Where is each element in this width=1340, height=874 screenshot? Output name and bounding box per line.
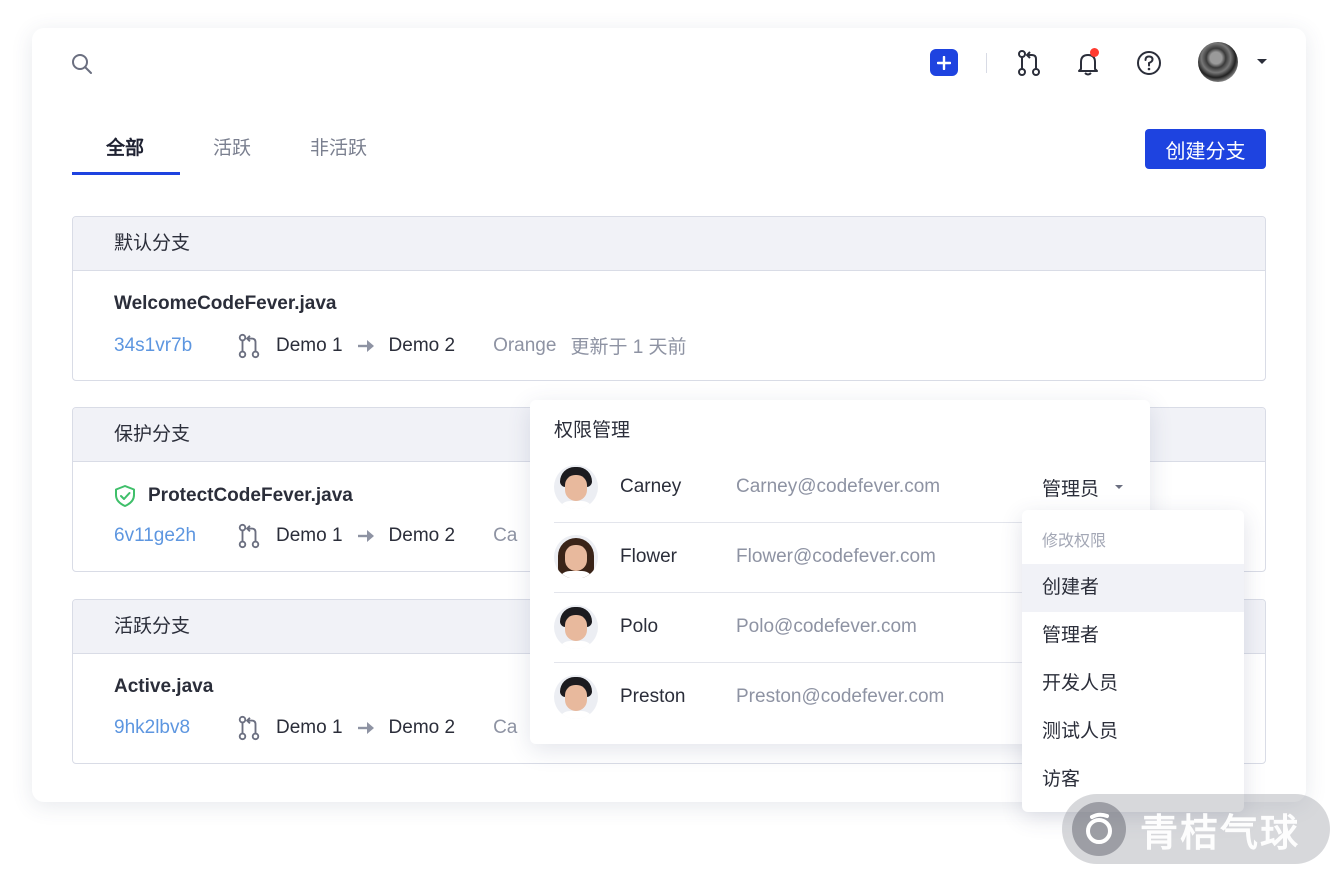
target-branch: Demo 2 <box>388 525 456 546</box>
member-avatar <box>554 535 598 579</box>
user-avatar[interactable] <box>1198 42 1238 82</box>
arrow-right-icon <box>357 339 374 352</box>
arrow-right-icon <box>357 722 374 734</box>
file-name[interactable]: Active.java <box>114 676 213 698</box>
watermark-text: 青桔气球 <box>1140 812 1301 855</box>
tab-all[interactable]: 全部 <box>106 133 144 160</box>
role-option-tester[interactable]: 测试人员 <box>1022 708 1244 756</box>
member-email: Flower@codefever.com <box>736 546 936 567</box>
watermark: 青桔气球 <box>1062 794 1330 864</box>
member-name: Polo <box>620 616 659 637</box>
caret-down-icon <box>1115 485 1124 489</box>
tab-active[interactable]: 活跃 <box>213 133 251 160</box>
member-avatar <box>554 465 598 509</box>
source-branch: Demo 1 <box>276 334 343 356</box>
member-avatar <box>554 605 598 649</box>
member-email: Polo@codefever.com <box>736 616 917 637</box>
target-branch: Demo 2 <box>388 334 456 356</box>
commit-hash[interactable]: 9hk2lbv8 <box>114 717 236 739</box>
create-branch-button[interactable]: 创建分支 <box>1145 129 1266 169</box>
role-option-creator[interactable]: 创建者 <box>1022 564 1244 612</box>
updated-time: 更新于 1 天前 <box>570 337 687 358</box>
commit-hash[interactable]: 6v11ge2h <box>114 525 236 547</box>
popup-title: 权限管理 <box>554 420 631 441</box>
role-option-manager[interactable]: 管理者 <box>1022 612 1244 660</box>
search-icon[interactable] <box>70 52 94 76</box>
section-title: 默认分支 <box>73 217 1265 271</box>
member-name: Flower <box>620 546 678 567</box>
member-avatar <box>554 675 598 719</box>
member-name: Preston <box>620 686 686 707</box>
role-value: 管理员 <box>1042 478 1100 500</box>
target-branch: Demo 2 <box>388 717 456 738</box>
tab-underline <box>72 172 180 175</box>
plus-icon <box>937 55 951 70</box>
shield-check-icon <box>115 485 135 507</box>
branch-meta: 6v11ge2h Demo 1 Demo 2 Ca <box>114 523 517 549</box>
merge-icon <box>238 333 260 358</box>
source-branch: Demo 1 <box>276 717 343 738</box>
member-name: Carney <box>620 476 682 497</box>
tab-inactive[interactable]: 非活跃 <box>310 133 367 160</box>
role-option-developer[interactable]: 开发人员 <box>1022 660 1244 708</box>
member-email: Preston@codefever.com <box>736 686 945 707</box>
file-name[interactable]: ProtectCodeFever.java <box>114 484 353 508</box>
help-icon[interactable] <box>1135 49 1163 77</box>
author: Ca <box>493 525 518 546</box>
menu-title: 修改权限 <box>1042 533 1107 550</box>
branch-meta: 34s1vr7b Demo 1 Demo 2 Orange 更新于 1 天前 <box>114 332 687 359</box>
branch-meta: 9hk2lbv8 Demo 1 Demo 2 Ca <box>114 715 517 741</box>
merge-icon <box>238 523 260 549</box>
create-new-button[interactable] <box>930 49 958 76</box>
commit-hash[interactable]: 34s1vr7b <box>114 335 236 357</box>
section-default-branch: 默认分支 WelcomeCodeFever.java 34s1vr7b Demo… <box>72 216 1266 381</box>
file-name[interactable]: WelcomeCodeFever.java <box>114 293 336 315</box>
member-email: Carney@codefever.com <box>736 476 941 497</box>
role-select[interactable]: 管理员 <box>1042 474 1124 501</box>
header-divider <box>986 53 987 73</box>
arrow-right-icon <box>357 530 374 542</box>
notification-dot <box>1090 48 1099 57</box>
source-branch: Demo 1 <box>276 525 343 546</box>
role-dropdown-menu: 修改权限 创建者 管理者 开发人员 测试人员 访客 <box>1022 510 1244 812</box>
caret-down-icon[interactable] <box>1257 59 1267 64</box>
merge-icon <box>238 715 260 741</box>
watermark-logo-icon <box>1072 802 1126 856</box>
author: Ca <box>493 717 518 738</box>
merge-request-icon[interactable] <box>1015 49 1043 77</box>
author: Orange <box>493 334 557 356</box>
